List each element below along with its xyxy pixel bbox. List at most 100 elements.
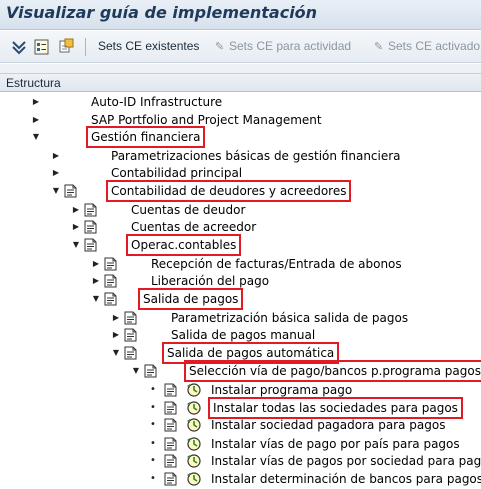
expand-node-icon[interactable]: ▶ [110, 309, 122, 327]
leaf-bullet-icon: • [150, 419, 156, 430]
documentation-icon[interactable] [144, 364, 158, 378]
toolbar-separator [85, 38, 86, 56]
tree-node[interactable]: ▶ Salida de pagos manual [0, 326, 481, 344]
tree-node-label[interactable]: Cuentas de acreedor [131, 218, 256, 236]
documentation-icon[interactable] [164, 418, 178, 432]
expand-node-icon[interactable]: ▶ [70, 218, 82, 236]
tree-node-label[interactable]: Salida de pagos automática [161, 342, 340, 364]
tree-node-label[interactable]: Instalar sociedad pagadora para pagos [211, 416, 445, 434]
documentation-icon[interactable] [164, 383, 178, 397]
leaf-bullet-icon: • [150, 473, 156, 484]
tree-node-label[interactable]: Instalar todas las sociedades para pagos [208, 397, 463, 419]
tree-node-label[interactable]: Selección vía de pago/bancos p.programa … [184, 360, 481, 382]
expand-node-icon[interactable]: ▶ [110, 326, 122, 344]
note-icon[interactable] [57, 38, 75, 56]
documentation-icon[interactable] [104, 292, 118, 306]
expand-node-icon[interactable]: ▶ [30, 111, 42, 129]
sets-ce-para-actividad-button[interactable]: ✎ Sets CE para actividad [215, 39, 351, 57]
tree-node-label[interactable]: Salida de pagos [137, 288, 244, 310]
tree-node-label[interactable]: Recepción de facturas/Entrada de abonos [151, 255, 402, 273]
documentation-icon[interactable] [84, 220, 98, 234]
tree-node-label[interactable]: Instalar vías de pagos por sociedad para… [211, 452, 481, 470]
documentation-icon[interactable] [104, 257, 118, 271]
tree-node[interactable]: ▶ Cuentas de deudor [0, 201, 481, 219]
tree-node[interactable]: ▼ Salida de pagos automática [0, 342, 481, 364]
execute-activity-clock-icon[interactable] [186, 401, 202, 415]
collapse-node-icon[interactable]: ▼ [50, 182, 62, 200]
execute-activity-clock-icon[interactable] [186, 437, 202, 451]
tree-node[interactable]: ▶ SAP Portfolio and Project Management [0, 111, 481, 129]
execute-activity-clock-icon[interactable] [186, 472, 202, 486]
expand-node-icon[interactable]: ▶ [50, 147, 62, 165]
tree-node-label[interactable]: Salida de pagos manual [171, 326, 315, 344]
documentation-icon[interactable] [164, 437, 178, 451]
collapse-node-icon[interactable]: ▼ [130, 362, 142, 380]
documentation-icon[interactable] [84, 238, 98, 252]
documentation-icon[interactable] [64, 184, 78, 198]
expand-node-icon[interactable]: ▶ [90, 272, 102, 290]
expand-node-icon[interactable]: ▶ [90, 255, 102, 273]
collapse-node-icon[interactable]: ▼ [90, 290, 102, 308]
tree-node[interactable]: • Instalar sociedad pagadora para pagos [0, 416, 481, 434]
tree-node-label[interactable]: Liberación del pago [151, 272, 269, 290]
leaf-bullet-icon: • [150, 402, 156, 413]
documentation-icon[interactable] [84, 203, 98, 217]
tree-node[interactable]: ▶ Parametrizaciones básicas de gestión fi… [0, 147, 481, 165]
documentation-icon[interactable] [124, 328, 138, 342]
tree-node[interactable]: ▶ Liberación del pago [0, 272, 481, 290]
title-bar: Visualizar guía de implementación [0, 0, 481, 30]
expand-subtree-icon[interactable] [10, 38, 28, 56]
tree-node[interactable]: ▶ Parametrización básica salida de pagos [0, 309, 481, 327]
collapse-node-icon[interactable]: ▼ [30, 128, 42, 146]
leaf-bullet-icon: • [150, 384, 156, 395]
expand-node-icon[interactable]: ▶ [30, 93, 42, 111]
find-icon[interactable] [33, 38, 51, 56]
toolbar-gap [0, 64, 481, 73]
tree-node[interactable]: ▶ Contabilidad principal [0, 164, 481, 182]
documentation-icon[interactable] [164, 472, 178, 486]
tree-node-label[interactable]: Contabilidad de deudores y acreedores [105, 180, 352, 202]
tree-node-label[interactable]: Cuentas de deudor [131, 201, 245, 219]
tree-node-label[interactable]: Instalar programa pago [211, 381, 352, 399]
tree-node[interactable]: • Instalar todas las sociedades para pag… [0, 397, 481, 419]
sets-ce-existentes-button[interactable]: Sets CE existentes [98, 39, 199, 57]
tree-node[interactable]: ▼ Salida de pagos [0, 288, 481, 310]
tree-node-label[interactable]: Instalar vías de pago por país para pago… [211, 435, 460, 453]
tree-node-label[interactable]: Instalar determinación de bancos para pa… [211, 470, 481, 488]
documentation-icon[interactable] [124, 346, 138, 360]
tree-node[interactable]: ▶ Recepción de facturas/Entrada de abono… [0, 255, 481, 273]
tree-node-label[interactable]: Contabilidad principal [111, 164, 242, 182]
expand-node-icon[interactable]: ▶ [50, 164, 62, 182]
documentation-icon[interactable] [104, 274, 118, 288]
tree-node[interactable]: ▶ Auto-ID Infrastructure [0, 93, 481, 111]
tree-node[interactable]: • Instalar vías de pagos por sociedad pa… [0, 452, 481, 470]
execute-activity-clock-icon[interactable] [186, 454, 202, 468]
tree-node[interactable]: • Instalar determinación de bancos para … [0, 470, 481, 488]
tree-node-label[interactable]: Parametrización básica salida de pagos [171, 309, 408, 327]
tree-node-label[interactable]: Auto-ID Infrastructure [91, 93, 222, 111]
tree-node[interactable]: • Instalar vías de pago por país para pa… [0, 435, 481, 453]
tree-node[interactable]: • Instalar programa pago [0, 381, 481, 399]
tree-node[interactable]: ▼ Selección vía de pago/bancos p.program… [0, 360, 481, 382]
tree-node[interactable]: ▼ Gestión financiera [0, 126, 481, 148]
leaf-bullet-icon: • [150, 438, 156, 449]
wrench-icon: ✎ [215, 41, 225, 53]
column-header[interactable]: Estructura [0, 73, 481, 92]
tree-node[interactable]: ▼ Contabilidad de deudores y acreedores [0, 180, 481, 202]
tree-node-label[interactable]: Gestión financiera [85, 126, 206, 148]
collapse-node-icon[interactable]: ▼ [110, 344, 122, 362]
collapse-node-icon[interactable]: ▼ [70, 236, 82, 254]
execute-activity-clock-icon[interactable] [186, 383, 202, 397]
tree-node-label[interactable]: SAP Portfolio and Project Management [91, 111, 322, 129]
expand-node-icon[interactable]: ▶ [70, 201, 82, 219]
tree-node[interactable]: ▼ Operac.contables [0, 234, 481, 256]
sets-ce-activado-button[interactable]: ✎ Sets CE activado [374, 39, 480, 57]
documentation-icon[interactable] [124, 311, 138, 325]
tree-node-label[interactable]: Parametrizaciones básicas de gestión fin… [111, 147, 401, 165]
tree-node[interactable]: ▶ Cuentas de acreedor [0, 218, 481, 236]
documentation-icon[interactable] [164, 401, 178, 415]
tree-node-label[interactable]: Operac.contables [125, 234, 242, 256]
column-header-label: Estructura [6, 76, 61, 90]
execute-activity-clock-icon[interactable] [186, 418, 202, 432]
documentation-icon[interactable] [164, 454, 178, 468]
